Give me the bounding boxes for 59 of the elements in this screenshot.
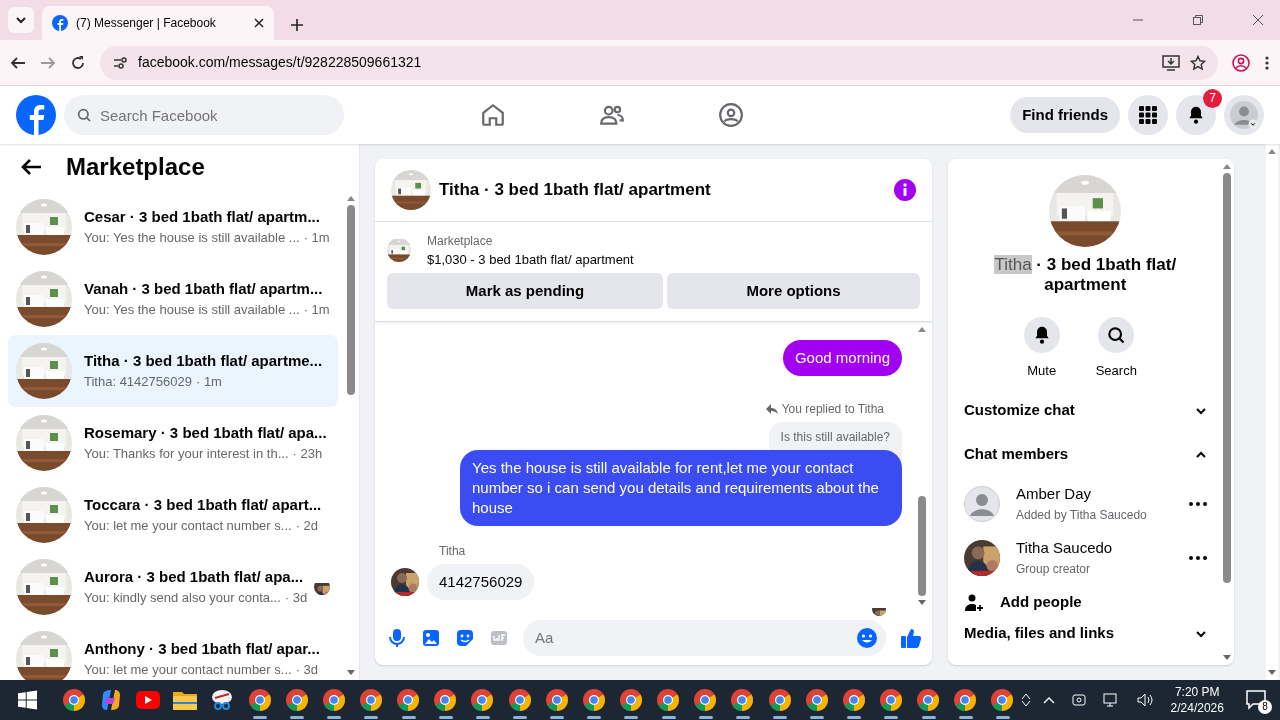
action-label: Search [1095, 362, 1137, 380]
conversation-item[interactable]: Cesar · 3 bed 1bath flat/ apartm... You: Yes the house is still available ... · 1m [8, 190, 338, 263]
clock-date: 2/24/2026 [1170, 700, 1224, 716]
section-header[interactable]: Customize chat [948, 388, 1223, 433]
listing-action-button[interactable]: More options [667, 273, 920, 310]
listing-action-button[interactable]: Mark as pending [387, 273, 663, 310]
member-role: Added by Titha Saucedo [1016, 506, 1148, 524]
sidebar-title: Marketplace [66, 152, 205, 183]
browser-tab[interactable]: (7) Messenger | Facebook [42, 6, 274, 40]
conversation-title: Titha · 3 bed 1bath flat/ apartme... [84, 350, 324, 371]
conversation-item[interactable]: Titha · 3 bed 1bath flat/ apartme... Titha: 4142756029 · 1m [8, 334, 338, 407]
sent-message: Yes the house is still available for rent,let me your contact number so i can send you details and requirements about the house [460, 450, 902, 527]
chat-title: Titha · 3 bed 1bath flat/ apartment [439, 179, 711, 202]
member-role: Group creator [1016, 560, 1092, 578]
message-preview: You: Thanks for your interest in th... [84, 445, 289, 464]
conversation-item[interactable]: Toccara · 3 bed 1bath flat/ apart... You: let me your contact number s... · 2d [8, 478, 338, 551]
message-preview: You: let me your contact number s... [84, 517, 292, 536]
search-field[interactable]: Search Facebook [64, 95, 344, 135]
message-preview: You: kindly send also your conta... [84, 589, 281, 608]
sender-name: Titha [439, 543, 467, 561]
conversation-title: Cesar · 3 bed 1bath flat/ apartm... [84, 206, 321, 227]
conversation-title: Rosemary · 3 bed 1bath flat/ apa... [84, 422, 328, 443]
listing-source: Marketplace [427, 232, 494, 250]
message-time: · 1m [303, 301, 330, 320]
find-friends-button[interactable]: Find friends [1010, 97, 1120, 133]
conversation-name: Titha · 3 bed 1bath flat/ apartment [993, 254, 1178, 295]
reply-note: You replied to Titha [781, 401, 884, 419]
listing-summary: $1,030 - 3 bed 1bath flat/ apartment [427, 250, 634, 269]
sent-message: Good morning [782, 340, 902, 377]
notification-count: 8 [1257, 700, 1272, 714]
conversation-title: Toccara · 3 bed 1bath flat/ apart... [84, 494, 323, 515]
message-preview: You: let me your contact number s... [84, 661, 292, 680]
message-time: · 2d [295, 517, 319, 536]
clock-time: 7:20 PM [1173, 684, 1221, 700]
add-people-button[interactable]: Add people [948, 584, 1223, 621]
conversation-item[interactable]: Vanah · 3 bed 1bath flat/ apartm... You: Yes the house is still available ... · 1m [8, 262, 338, 335]
message-field[interactable]: Aa [523, 619, 886, 656]
section-header[interactable]: Media, files and links [948, 620, 1223, 647]
message-preview: You: Yes the house is still available ... [84, 229, 300, 248]
address-bar[interactable]: facebook.com/messages/t/928228509661321 [100, 45, 1218, 80]
notification-badge: 7 [1203, 89, 1222, 108]
message-time: · 3d [284, 589, 308, 608]
message-time: · 23h [292, 445, 323, 464]
conversation-item[interactable]: Aurora · 3 bed 1bath flat/ apa... You: kindly send also your conta... · 3d [8, 550, 338, 623]
member-name: Titha Saucedo [1016, 538, 1114, 559]
received-message: 4142756029 [427, 564, 535, 601]
message-time: · 1m [303, 229, 330, 248]
conversation-title: Anthony · 3 bed 1bath flat/ apar... [84, 638, 321, 659]
member-name: Amber Day [1016, 484, 1093, 505]
message-preview: Titha: 4142756029 [84, 373, 192, 392]
notification-center-button[interactable]: 8 [1239, 680, 1274, 720]
message-time: · 1m [195, 373, 222, 392]
message-preview: You: Yes the house is still available ... [84, 301, 300, 320]
action-label: Mute [1027, 362, 1057, 380]
message-time: · 3d [295, 661, 319, 680]
conversation-item[interactable]: Rosemary · 3 bed 1bath flat/ apa... You: Thanks for your interest in th... · 23h [8, 406, 338, 479]
conversation-title: Vanah · 3 bed 1bath flat/ apartm... [84, 278, 324, 299]
conversation-title: Aurora · 3 bed 1bath flat/ apa... [84, 566, 302, 587]
section-header[interactable]: Chat members [948, 432, 1223, 477]
